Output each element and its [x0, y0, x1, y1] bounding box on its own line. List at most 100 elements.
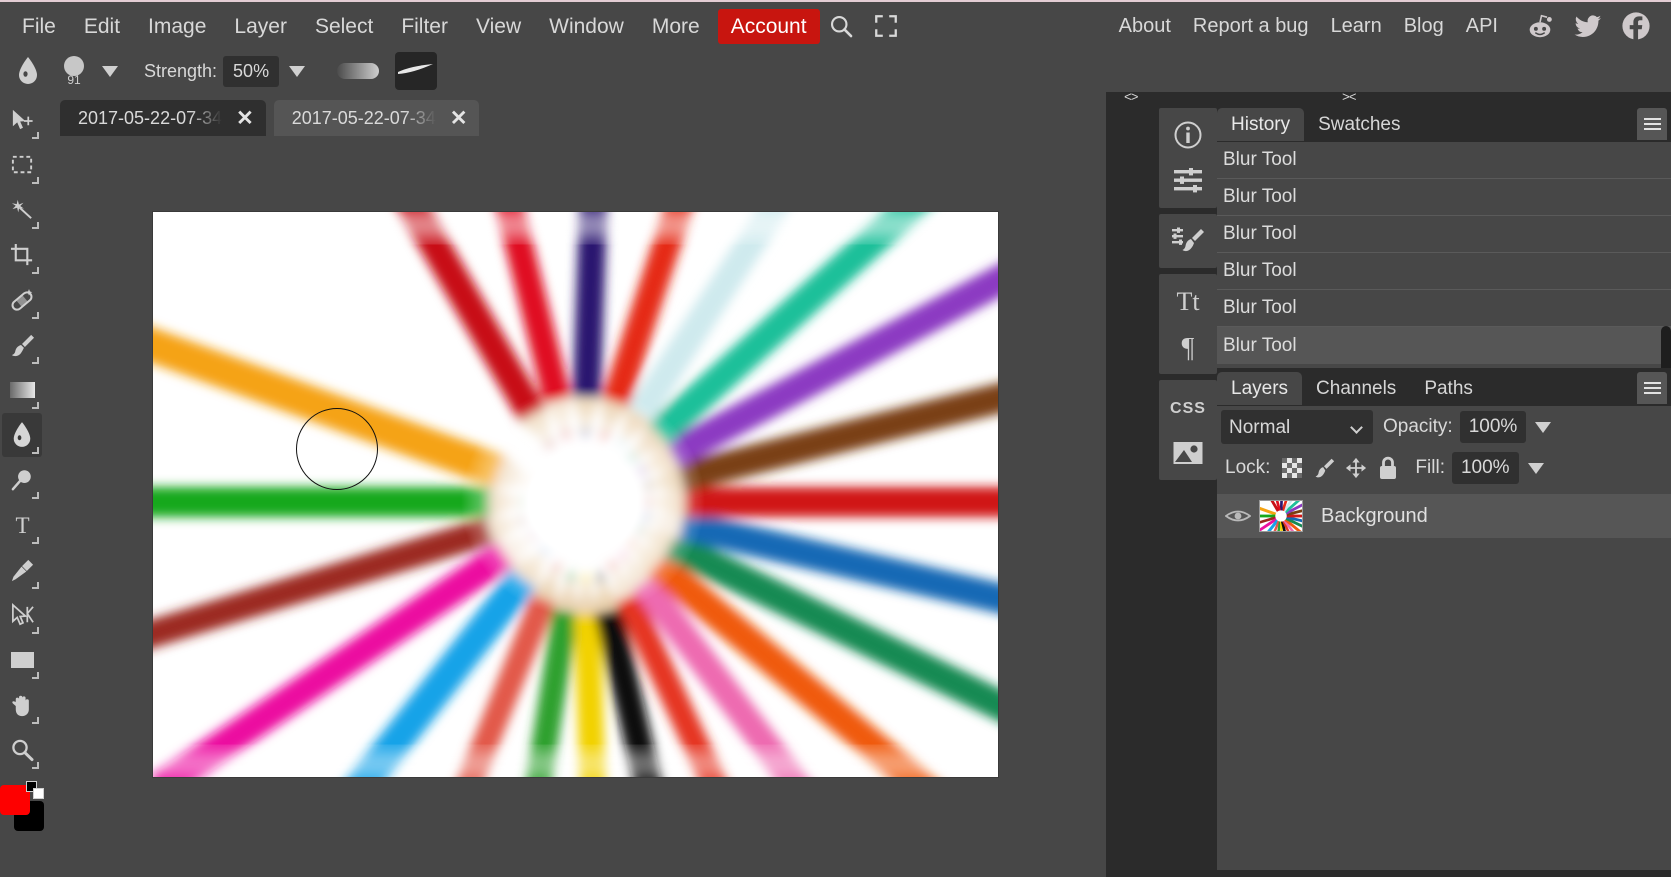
brush-tool[interactable] — [2, 323, 42, 367]
tool-corner-marker — [32, 492, 39, 499]
svg-text:¶: ¶ — [1182, 333, 1195, 362]
layers-panel-tabs: Layers Channels Paths — [1217, 370, 1671, 406]
tab-layers[interactable]: Layers — [1217, 371, 1303, 405]
history-item[interactable]: Blur Tool — [1217, 290, 1671, 327]
lock-paint-button[interactable] — [1309, 455, 1339, 481]
strength-dropdown-icon[interactable] — [289, 65, 306, 77]
spot-heal-tool[interactable] — [2, 278, 42, 322]
account-button[interactable]: Account — [717, 8, 820, 44]
shape-tool[interactable] — [2, 638, 42, 682]
marquee-select-tool[interactable] — [2, 143, 42, 187]
opacity-dropdown-icon[interactable] — [1535, 421, 1552, 433]
history-item[interactable]: Blur Tool — [1217, 216, 1671, 253]
css-icon: CSS — [1170, 400, 1205, 417]
dodge-tool[interactable] — [2, 458, 42, 502]
lock-transparency-button[interactable] — [1277, 455, 1307, 481]
twitter-link[interactable] — [1571, 9, 1605, 43]
blur-tool[interactable] — [2, 413, 42, 457]
css-panel-button[interactable]: CSS — [1159, 384, 1217, 430]
link-about[interactable]: About — [1108, 11, 1182, 41]
typography-icon: Tt — [1176, 287, 1200, 316]
color-swatches[interactable] — [0, 781, 44, 839]
history-item[interactable]: Blur Tool — [1217, 179, 1671, 216]
facebook-link[interactable] — [1619, 9, 1653, 43]
lock-position-icon — [1346, 457, 1367, 479]
active-tool-indicator[interactable] — [8, 51, 48, 91]
tab-history[interactable]: History — [1217, 107, 1305, 141]
magic-wand-tool[interactable] — [2, 188, 42, 232]
pen-tool[interactable] — [2, 548, 42, 592]
rectangle-shape-icon — [10, 652, 34, 668]
menu-item-file[interactable]: File — [8, 11, 70, 42]
pen-nib-icon — [11, 559, 33, 581]
typography-panel-button[interactable]: Tt — [1159, 278, 1217, 324]
brush-settings-panel-button[interactable] — [1159, 218, 1217, 264]
hamburger-menu-icon — [1643, 379, 1661, 397]
history-item[interactable]: Blur Tool — [1217, 142, 1671, 179]
path-select-tool[interactable] — [2, 593, 42, 637]
history-item-current[interactable]: Blur Tool — [1217, 327, 1671, 364]
link-report-a-bug[interactable]: Report a bug — [1182, 11, 1320, 41]
blur-gradient-swatch[interactable] — [337, 63, 380, 79]
fullscreen-button[interactable] — [864, 4, 908, 48]
layers-panel-menu-button[interactable] — [1637, 372, 1667, 404]
history-panel-menu-button[interactable] — [1637, 108, 1667, 140]
lock-position-button[interactable] — [1341, 455, 1371, 481]
lock-all-icon — [1380, 456, 1397, 479]
history-scrollbar[interactable] — [1661, 326, 1671, 368]
reddit-link[interactable] — [1523, 9, 1557, 43]
close-icon[interactable]: ✕ — [236, 108, 254, 129]
fill-dropdown-icon[interactable] — [1527, 462, 1544, 474]
menu-item-view[interactable]: View — [462, 11, 535, 42]
layer-visibility-toggle[interactable] — [1217, 507, 1259, 525]
zoom-tool[interactable] — [2, 728, 42, 772]
menu-item-edit[interactable]: Edit — [70, 11, 134, 42]
opacity-input[interactable]: 100% — [1459, 411, 1527, 443]
document-tab-1[interactable]: 2017-05-22-07-34 ✕ — [60, 100, 266, 136]
fullscreen-icon — [874, 15, 897, 37]
collapse-right-handle[interactable]: >< — [1342, 90, 1357, 105]
fill-input[interactable]: 100% — [1451, 452, 1519, 484]
document-tab-2[interactable]: 2017-05-22-07-34 ✕ — [273, 100, 480, 136]
adjustments-panel-button[interactable] — [1159, 158, 1217, 204]
brush-size-preview[interactable]: 91 — [56, 51, 92, 91]
history-list[interactable]: Blur Tool Blur Tool Blur Tool Blur Tool … — [1217, 142, 1671, 368]
close-icon[interactable]: ✕ — [450, 108, 468, 129]
link-blog[interactable]: Blog — [1393, 11, 1455, 41]
image-icon — [1173, 442, 1203, 464]
brush-tip-swatch[interactable] — [395, 52, 438, 90]
menu-item-window[interactable]: Window — [535, 11, 638, 42]
layer-row-background[interactable]: Background — [1217, 494, 1671, 538]
default-colors-white[interactable] — [33, 788, 44, 799]
menu-item-filter[interactable]: Filter — [387, 11, 462, 42]
link-api[interactable]: API — [1455, 11, 1509, 41]
magic-wand-icon — [11, 199, 32, 219]
search-button[interactable] — [820, 4, 864, 48]
image-panel-button[interactable] — [1159, 430, 1217, 476]
info-panel-button[interactable] — [1159, 112, 1217, 158]
strength-input[interactable]: 50% — [223, 55, 280, 87]
adjustments-icon — [1174, 168, 1202, 193]
lock-all-button[interactable] — [1373, 455, 1403, 481]
history-item[interactable]: Blur Tool — [1217, 253, 1671, 290]
menu-item-more[interactable]: More — [638, 11, 714, 42]
menu-item-image[interactable]: Image — [134, 11, 220, 42]
blend-mode-select[interactable]: Normal — [1221, 410, 1373, 444]
type-tool[interactable]: T — [2, 503, 42, 547]
tab-channels[interactable]: Channels — [1302, 372, 1410, 405]
document-tab-label: 2017-05-22-07-34 — [78, 107, 223, 128]
tab-swatches[interactable]: Swatches — [1304, 108, 1414, 141]
gradient-tool[interactable] — [2, 368, 42, 412]
move-tool[interactable] — [2, 98, 42, 142]
tab-paths[interactable]: Paths — [1410, 372, 1487, 405]
brush-preset-dropdown-icon[interactable] — [102, 65, 118, 77]
menu-item-select[interactable]: Select — [301, 11, 387, 42]
crop-tool[interactable] — [2, 233, 42, 277]
paragraph-panel-button[interactable]: ¶ — [1159, 324, 1217, 370]
image-canvas[interactable] — [153, 212, 998, 777]
tool-corner-marker — [32, 357, 39, 364]
hand-tool[interactable] — [2, 683, 42, 727]
link-learn[interactable]: Learn — [1320, 11, 1393, 41]
menu-item-layer[interactable]: Layer — [220, 11, 301, 42]
collapse-left-handle[interactable]: <> — [1124, 90, 1139, 105]
